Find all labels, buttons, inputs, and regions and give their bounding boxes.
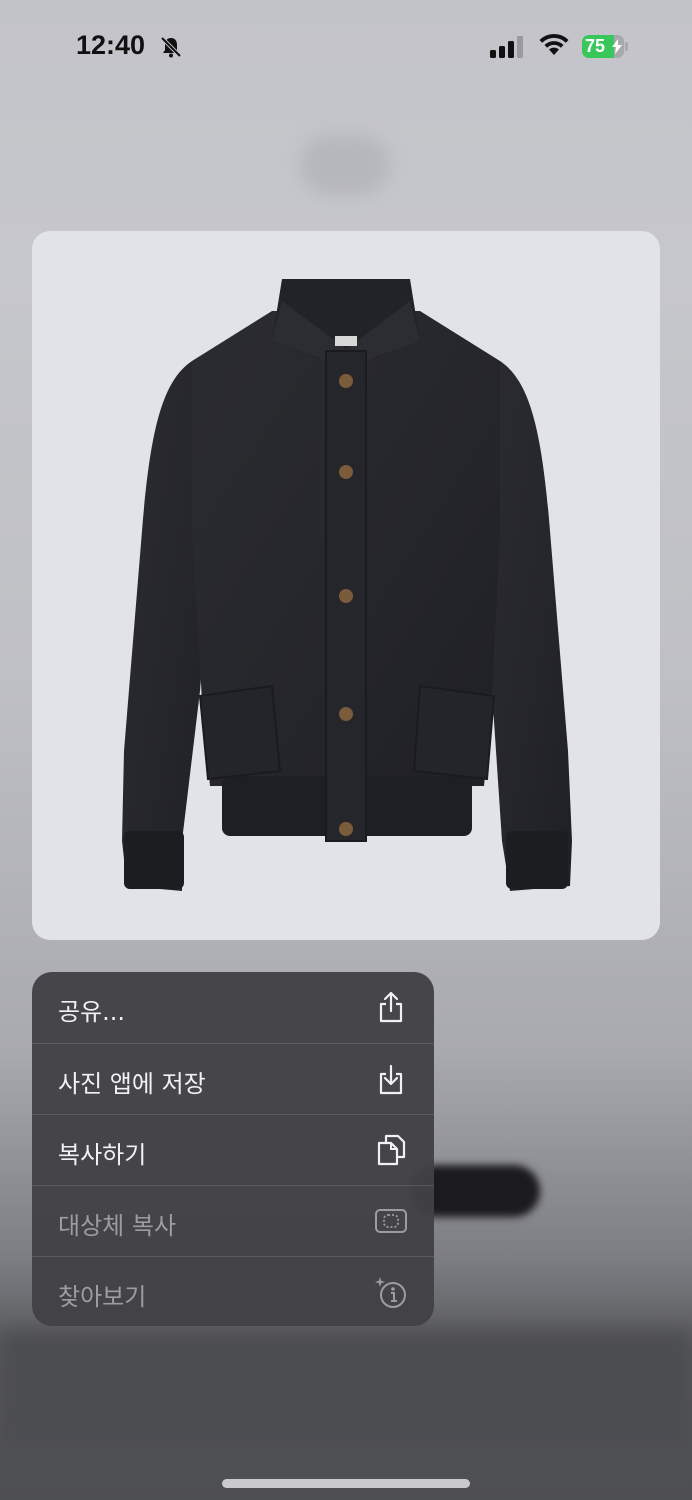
share-icon (379, 991, 403, 1023)
menu-item-copy[interactable]: 복사하기 (32, 1114, 434, 1185)
battery-percent: 75 (585, 36, 606, 56)
menu-item-save-to-photos[interactable]: 사진 앱에 저장 (32, 1043, 434, 1114)
home-indicator[interactable] (222, 1479, 470, 1488)
menu-item-look-up[interactable]: 찾아보기 (32, 1256, 434, 1326)
menu-item-label: 찾아보기 (58, 1283, 147, 1311)
menu-item-label: 복사하기 (58, 1141, 147, 1169)
menu-item-label: 사진 앱에 저장 (58, 1070, 206, 1098)
menu-item-copy-subject[interactable]: 대상체 복사 (32, 1185, 434, 1256)
copy-subject-icon (375, 1209, 407, 1233)
status-time: 12:40 (76, 30, 146, 60)
blurred-tabbar (0, 1330, 692, 1450)
copy-icon (377, 1134, 406, 1166)
jacket-image (122, 279, 572, 891)
save-to-photos-icon (379, 1064, 403, 1095)
image-preview-card[interactable] (32, 231, 660, 940)
context-menu: 공유... 사진 앱에 저장 복사하기 대상체 복사 찾아보기 (32, 972, 434, 1326)
wifi-icon (539, 33, 569, 55)
battery-charging-icon: 75 (582, 35, 628, 58)
cellular-signal-icon (490, 36, 523, 58)
menu-item-label: 공유... (58, 998, 126, 1026)
menu-item-label: 대상체 복사 (58, 1212, 177, 1240)
menu-item-share[interactable]: 공유... (32, 972, 434, 1042)
bell-slash-icon (160, 36, 182, 58)
status-bar: 12:40 75 (0, 0, 692, 96)
visual-look-up-icon (375, 1277, 406, 1308)
blurred-content (300, 135, 390, 195)
